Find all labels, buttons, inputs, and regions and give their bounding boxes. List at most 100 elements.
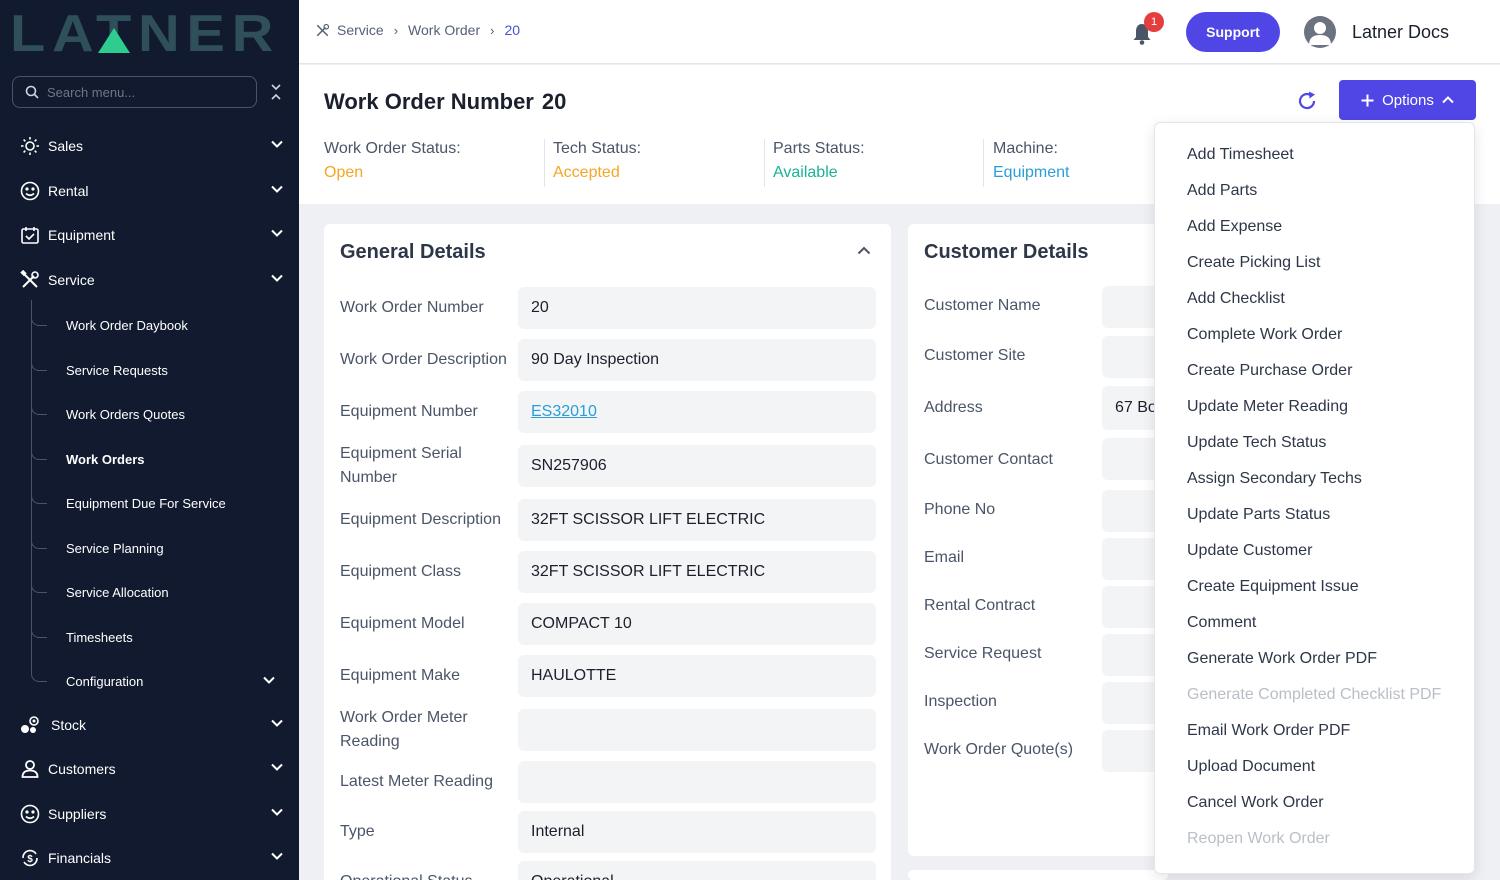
field-label: Equipment Class xyxy=(340,563,461,580)
menu-search-input[interactable] xyxy=(47,84,237,100)
menu-item-update-meter-reading[interactable]: Update Meter Reading xyxy=(1187,398,1348,416)
sidebar-subitem-label: Work Order Daybook xyxy=(66,318,188,333)
sidebar-subitem-label: Timesheets xyxy=(66,630,133,645)
menu-search[interactable] xyxy=(12,76,257,108)
menu-item-create-purchase-order[interactable]: Create Purchase Order xyxy=(1187,362,1352,380)
sidebar-item-customers[interactable]: Customers xyxy=(0,749,299,789)
sidebar-subitem-label: Service Planning xyxy=(66,541,164,556)
status-label: Parts Status: xyxy=(773,140,865,157)
sidebar-subitem-service-planning[interactable]: Service Planning xyxy=(0,527,299,567)
options-button[interactable]: Options xyxy=(1339,80,1476,120)
sidebar-item-service[interactable]: Service xyxy=(0,260,299,300)
field-label: Customer Name xyxy=(924,297,1041,314)
avatar[interactable] xyxy=(1304,16,1336,48)
sidebar-item-label: Financials xyxy=(48,850,112,866)
tech-status: Tech Status: Accepted xyxy=(553,140,641,182)
next-card xyxy=(908,870,1168,880)
sidebar-subitem-work-orders-quotes[interactable]: Work Orders Quotes xyxy=(0,393,299,433)
menu-item-upload-document[interactable]: Upload Document xyxy=(1187,758,1315,776)
menu-item-update-parts-status[interactable]: Update Parts Status xyxy=(1187,506,1330,524)
menu-item-generate-work-order-pdf[interactable]: Generate Work Order PDF xyxy=(1187,650,1377,668)
menu-item-add-checklist[interactable]: Add Checklist xyxy=(1187,290,1285,308)
sidebar-subitem-label: Service Requests xyxy=(66,363,168,378)
sidebar-item-label: Suppliers xyxy=(48,806,107,822)
sidebar-subitem-service-allocation[interactable]: Service Allocation xyxy=(0,571,299,611)
breadcrumb-service[interactable]: Service xyxy=(337,22,384,38)
menu-item-comment[interactable]: Comment xyxy=(1187,614,1256,632)
sidebar-item-stock[interactable]: Stock xyxy=(0,705,299,745)
menu-item-create-picking-list[interactable]: Create Picking List xyxy=(1187,254,1320,272)
sidebar-subitem-service-requests[interactable]: Service Requests xyxy=(0,349,299,389)
status-label: Tech Status: xyxy=(553,140,642,157)
equipment-make-field: HAULOTTE xyxy=(518,655,876,697)
latner-logo[interactable]: LATNER xyxy=(10,10,282,56)
chevron-down-icon xyxy=(271,140,283,148)
equipment-model-field: COMPACT 10 xyxy=(518,603,876,645)
sidebar-item-financials[interactable]: $ Financials xyxy=(0,838,299,878)
sidebar-subitem-timesheets[interactable]: Timesheets xyxy=(0,616,299,656)
sidebar-item-suppliers[interactable]: Suppliers xyxy=(0,794,299,834)
menu-item-add-timesheet[interactable]: Add Timesheet xyxy=(1187,146,1294,164)
equipment-description-field: 32FT SCISSOR LIFT ELECTRIC xyxy=(518,499,876,541)
chevron-down-icon xyxy=(271,808,283,816)
field-label: Customer Contact xyxy=(924,451,1053,468)
sidebar-item-rental[interactable]: Rental xyxy=(0,171,299,211)
menu-item-reopen-work-order: Reopen Work Order xyxy=(1187,830,1330,847)
status-value: Available xyxy=(773,164,838,181)
menu-item-complete-work-order[interactable]: Complete Work Order xyxy=(1187,326,1342,344)
menu-item-create-equipment-issue[interactable]: Create Equipment Issue xyxy=(1187,578,1359,596)
top-header: Service › Work Order › 20 1 Support Latn… xyxy=(299,0,1500,64)
menu-item-cancel-work-order[interactable]: Cancel Work Order xyxy=(1187,794,1324,812)
status-label: Work Order Status: xyxy=(324,140,461,157)
sidebar-subitem-equipment-due-for-service[interactable]: Equipment Due For Service xyxy=(0,482,299,522)
menu-item-update-customer[interactable]: Update Customer xyxy=(1187,542,1312,560)
user-icon xyxy=(19,759,41,779)
menu-item-add-parts[interactable]: Add Parts xyxy=(1187,182,1257,200)
svg-text:$: $ xyxy=(27,854,33,865)
field-label: Equipment Model xyxy=(340,615,465,632)
machine-link[interactable]: Equipment xyxy=(993,164,1070,182)
sidebar-subitem-work-order-daybook[interactable]: Work Order Daybook xyxy=(0,304,299,344)
sidebar-item-sales[interactable]: Sales xyxy=(0,126,299,166)
equipment-number-link[interactable]: ES32010 xyxy=(518,391,876,433)
tree-line xyxy=(31,571,47,593)
menu-item-update-tech-status[interactable]: Update Tech Status xyxy=(1187,434,1326,452)
options-dropdown-menu: Add Timesheet Add Parts Add Expense Crea… xyxy=(1154,122,1475,874)
field-label: Type xyxy=(340,823,375,840)
status-value: Accepted xyxy=(553,164,620,181)
card-title: Customer Details xyxy=(924,241,1089,263)
options-label: Options xyxy=(1382,91,1434,109)
divider xyxy=(764,139,765,187)
chevron-up-icon[interactable] xyxy=(857,246,871,255)
field-label: Work Order Quote(s) xyxy=(924,741,1074,758)
field-label: Address xyxy=(924,399,983,416)
field-label: Service Request xyxy=(924,645,1042,662)
sidebar-item-equipment[interactable]: Equipment xyxy=(0,215,299,255)
stock-icon xyxy=(19,715,41,735)
tree-line xyxy=(31,660,47,682)
field-label: Work Order Meter Reading xyxy=(340,709,468,750)
sidebar-subitem-label: Work Orders xyxy=(66,452,145,467)
support-button[interactable]: Support xyxy=(1186,12,1280,52)
field-label: Phone No xyxy=(924,501,996,518)
menu-item-add-expense[interactable]: Add Expense xyxy=(1187,218,1282,236)
breadcrumb-work-order[interactable]: Work Order xyxy=(408,22,480,38)
chevron-down-icon xyxy=(271,852,283,860)
sidebar-subitem-label: Service Allocation xyxy=(66,585,169,600)
tree-line xyxy=(31,438,47,460)
tree-line xyxy=(31,304,47,326)
user-name[interactable]: Latner Docs xyxy=(1352,22,1449,43)
refresh-icon[interactable] xyxy=(1296,90,1318,112)
field-label: Customer Site xyxy=(924,347,1026,364)
page-title-text: Work Order Number xyxy=(324,89,534,114)
menu-item-assign-secondary-techs[interactable]: Assign Secondary Techs xyxy=(1187,470,1362,488)
tools-icon xyxy=(19,270,41,290)
work-order-status: Work Order Status: Open xyxy=(324,140,461,182)
sidebar-subitem-work-orders[interactable]: Work Orders xyxy=(0,438,299,478)
sidebar-subitem-configuration[interactable]: Configuration xyxy=(0,660,299,700)
menu-item-email-work-order-pdf[interactable]: Email Work Order PDF xyxy=(1187,722,1350,740)
notification-badge: 1 xyxy=(1144,12,1164,32)
field-label: Work Order Number xyxy=(340,299,484,316)
chevron-right-icon: › xyxy=(490,22,495,38)
collapse-sidebar-icon[interactable] xyxy=(268,82,284,102)
